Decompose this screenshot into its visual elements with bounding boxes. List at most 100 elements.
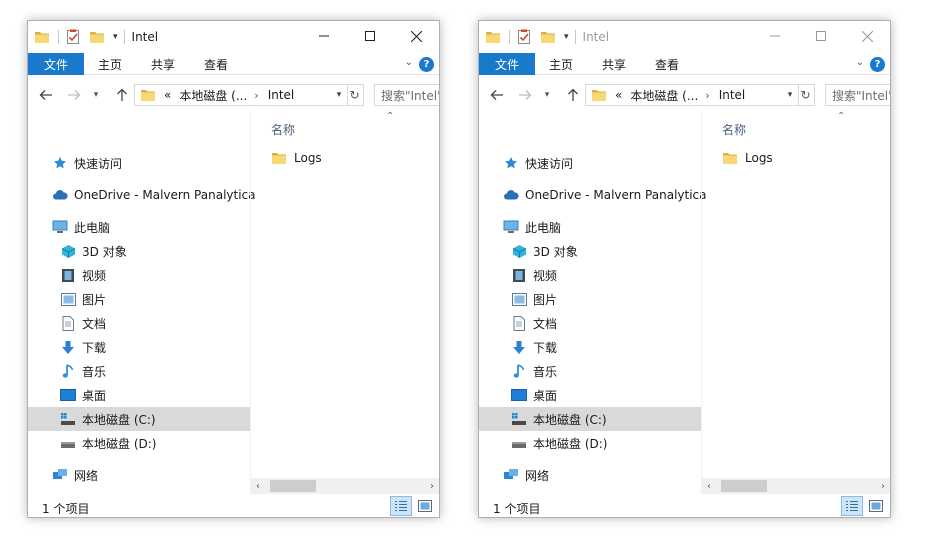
search-input[interactable]: 搜索"Intel" xyxy=(825,84,890,106)
horizontal-scrollbar[interactable]: ‹ › xyxy=(250,478,439,494)
title-bar[interactable]: ▾ Intel xyxy=(479,21,890,53)
explorer-window-right[interactable]: ▾ Intel 文件 主页 共享 查看 ⌄ ? ▾ « 本地磁盘 (... › … xyxy=(478,20,891,518)
column-header-name[interactable]: 名称 xyxy=(271,121,295,138)
nav-videos[interactable]: 视频 xyxy=(28,263,250,287)
back-button[interactable] xyxy=(487,85,507,105)
help-icon[interactable]: ? xyxy=(870,57,885,72)
breadcrumb-overflow[interactable]: « xyxy=(615,88,622,102)
chevron-right-icon[interactable]: › xyxy=(254,89,258,102)
new-folder-icon[interactable] xyxy=(540,29,556,45)
tab-home[interactable]: 主页 xyxy=(98,53,122,75)
breadcrumb-current[interactable]: Intel xyxy=(719,88,746,102)
tab-home[interactable]: 主页 xyxy=(549,53,573,75)
refresh-button[interactable]: ↻ xyxy=(346,84,364,106)
nav-quick-access[interactable]: 快速访问 xyxy=(479,151,701,175)
recent-locations-dropdown[interactable]: ▾ xyxy=(541,85,553,105)
up-arrow-icon xyxy=(117,88,127,101)
properties-icon[interactable] xyxy=(65,29,81,45)
nav-quick-access[interactable]: 快速访问 xyxy=(28,151,250,175)
nav-downloads[interactable]: 下载 xyxy=(479,335,701,359)
nav-onedrive[interactable]: OneDrive - Malvern Panalytica xyxy=(28,183,256,207)
nav-documents[interactable]: 文档 xyxy=(479,311,701,335)
tab-view[interactable]: 查看 xyxy=(655,53,679,75)
title-bar[interactable]: ▾ Intel xyxy=(28,21,439,53)
computer-icon xyxy=(52,219,68,235)
minimize-button[interactable] xyxy=(301,21,347,51)
nav-pictures[interactable]: 图片 xyxy=(479,287,701,311)
nav-videos[interactable]: 视频 xyxy=(479,263,701,287)
back-button[interactable] xyxy=(36,85,56,105)
nav-drive-d[interactable]: 本地磁盘 (D:) xyxy=(479,431,701,455)
breadcrumb-drive[interactable]: 本地磁盘 (... xyxy=(179,87,247,104)
nav-drive-c[interactable]: 本地磁盘 (C:) xyxy=(28,407,250,431)
large-icons-view-button[interactable] xyxy=(414,496,436,516)
maximize-button[interactable] xyxy=(347,21,393,51)
nav-desktop[interactable]: 桌面 xyxy=(28,383,250,407)
file-list[interactable]: ⌃ 名称 Logs xyxy=(701,111,890,494)
nav-drive-c[interactable]: 本地磁盘 (C:) xyxy=(479,407,701,431)
drive-icon xyxy=(60,411,76,427)
expand-ribbon-chevron-icon[interactable]: ⌄ xyxy=(405,57,413,68)
scrollbar-thumb[interactable] xyxy=(721,480,767,492)
list-item[interactable]: Logs xyxy=(722,148,773,168)
column-header-name[interactable]: 名称 xyxy=(722,121,746,138)
up-button[interactable] xyxy=(112,85,132,105)
refresh-button[interactable]: ↻ xyxy=(797,84,815,106)
nav-network[interactable]: 网络 xyxy=(479,463,701,487)
address-dropdown-icon[interactable]: ▾ xyxy=(782,85,798,105)
breadcrumb-drive[interactable]: 本地磁盘 (... xyxy=(630,87,698,104)
close-button[interactable] xyxy=(844,21,890,51)
breadcrumb-current[interactable]: Intel xyxy=(268,88,295,102)
tab-view[interactable]: 查看 xyxy=(204,53,228,75)
chevron-right-icon[interactable]: › xyxy=(705,89,709,102)
tab-file[interactable]: 文件 xyxy=(479,53,535,75)
forward-button[interactable] xyxy=(64,85,84,105)
nav-this-pc[interactable]: 此电脑 xyxy=(28,215,250,239)
scroll-left-icon[interactable]: ‹ xyxy=(250,478,266,494)
new-folder-icon[interactable] xyxy=(89,29,105,45)
nav-downloads[interactable]: 下载 xyxy=(28,335,250,359)
help-icon[interactable]: ? xyxy=(419,57,434,72)
scroll-right-icon[interactable]: › xyxy=(875,478,890,494)
large-icons-view-button[interactable] xyxy=(865,496,887,516)
close-button[interactable] xyxy=(393,21,439,51)
customize-toolbar-dropdown-icon[interactable]: ▾ xyxy=(113,32,118,42)
nav-desktop[interactable]: 桌面 xyxy=(479,383,701,407)
nav-pictures[interactable]: 图片 xyxy=(28,287,250,311)
tab-share[interactable]: 共享 xyxy=(602,53,626,75)
nav-drive-d[interactable]: 本地磁盘 (D:) xyxy=(28,431,250,455)
computer-icon xyxy=(503,219,519,235)
forward-button[interactable] xyxy=(515,85,535,105)
up-button[interactable] xyxy=(563,85,583,105)
tab-share[interactable]: 共享 xyxy=(151,53,175,75)
properties-icon[interactable] xyxy=(516,29,532,45)
list-item[interactable]: Logs xyxy=(271,148,322,168)
nav-music[interactable]: 音乐 xyxy=(28,359,250,383)
horizontal-scrollbar[interactable]: ‹ › xyxy=(701,478,890,494)
scroll-right-icon[interactable]: › xyxy=(424,478,439,494)
explorer-window-left[interactable]: ▾ Intel 文件 主页 共享 查看 ⌄ ? ▾ « 本地磁盘 (... › … xyxy=(27,20,440,518)
nav-documents[interactable]: 文档 xyxy=(28,311,250,335)
nav-music[interactable]: 音乐 xyxy=(479,359,701,383)
nav-3d-objects[interactable]: 3D 对象 xyxy=(479,239,701,263)
scroll-left-icon[interactable]: ‹ xyxy=(701,478,717,494)
details-view-button[interactable] xyxy=(390,496,412,516)
nav-3d-objects[interactable]: 3D 对象 xyxy=(28,239,250,263)
breadcrumb-overflow[interactable]: « xyxy=(164,88,171,102)
recent-locations-dropdown[interactable]: ▾ xyxy=(90,85,102,105)
details-view-button[interactable] xyxy=(841,496,863,516)
file-list[interactable]: ⌃ 名称 Logs xyxy=(250,111,439,494)
minimize-button[interactable] xyxy=(752,21,798,51)
nav-this-pc[interactable]: 此电脑 xyxy=(479,215,701,239)
maximize-button[interactable] xyxy=(798,21,844,51)
scrollbar-thumb[interactable] xyxy=(270,480,316,492)
search-input[interactable]: 搜索"Intel" xyxy=(374,84,439,106)
address-dropdown-icon[interactable]: ▾ xyxy=(331,85,347,105)
nav-onedrive[interactable]: OneDrive - Malvern Panalytica xyxy=(479,183,707,207)
tab-file[interactable]: 文件 xyxy=(28,53,84,75)
nav-network[interactable]: 网络 xyxy=(28,463,250,487)
address-bar[interactable]: « 本地磁盘 (... › Intel ▾ xyxy=(134,84,348,106)
expand-ribbon-chevron-icon[interactable]: ⌄ xyxy=(856,57,864,68)
customize-toolbar-dropdown-icon[interactable]: ▾ xyxy=(564,32,569,42)
address-bar[interactable]: « 本地磁盘 (... › Intel ▾ xyxy=(585,84,799,106)
